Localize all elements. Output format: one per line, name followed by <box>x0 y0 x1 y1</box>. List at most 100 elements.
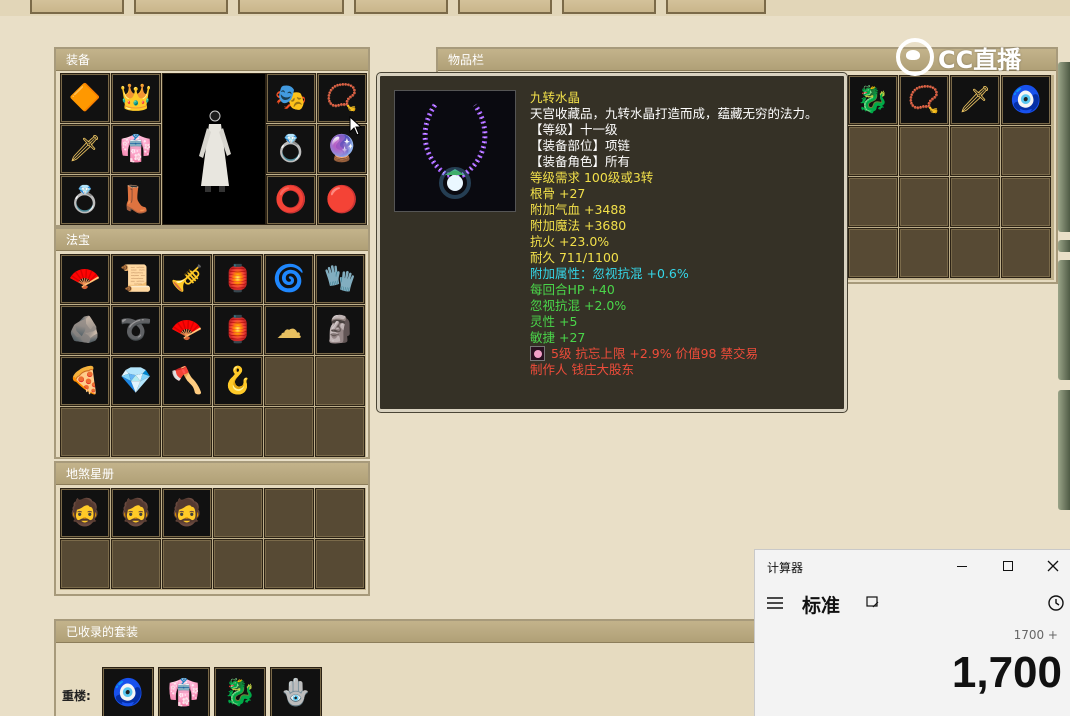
star-card-empty[interactable] <box>315 488 365 538</box>
collection-item[interactable]: 🐉 <box>214 667 266 716</box>
equip-slot-armor[interactable]: 👘 <box>111 124 161 174</box>
stat-line: 附加气血 +3488 <box>530 202 627 217</box>
inventory-slot[interactable]: 📿 <box>899 75 949 125</box>
equip-slot-crown[interactable]: 👑 <box>111 73 161 123</box>
inventory-slot-empty[interactable] <box>950 177 1000 227</box>
equip-slot-boots[interactable]: 👢 <box>111 175 161 225</box>
menu-icon[interactable] <box>767 597 783 609</box>
history-icon[interactable] <box>1047 594 1065 612</box>
maximize-button[interactable] <box>1003 561 1013 571</box>
collection-row-label: 重楼: <box>62 689 91 703</box>
inventory-slot-empty[interactable] <box>899 228 949 278</box>
fabao-slot[interactable]: 🪭 <box>162 305 212 355</box>
fabao-slot[interactable]: 🪭 <box>60 254 110 304</box>
star-card-empty[interactable] <box>315 539 365 589</box>
fabao-slot[interactable]: 🪓 <box>162 356 212 406</box>
star-card-empty[interactable] <box>264 539 314 589</box>
mouse-cursor-icon <box>349 116 363 136</box>
necklace-icon <box>394 90 516 212</box>
equipment-title: 装备 <box>56 49 368 71</box>
inventory-slot-empty[interactable] <box>899 177 949 227</box>
fabao-slot[interactable]: 🪨 <box>60 305 110 355</box>
inventory-slot-empty[interactable] <box>1001 177 1051 227</box>
equipment-grid: 🔶 👑 🗡 👘 💍 👢 🎭 📿 💍 🔮 ⭕ 🔴 <box>60 73 367 225</box>
fabao-slot[interactable]: 🌀 <box>264 254 314 304</box>
inventory-slot-empty[interactable] <box>1001 228 1051 278</box>
fabao-slot-empty[interactable] <box>315 407 365 457</box>
fabao-slot-empty[interactable] <box>162 407 212 457</box>
star-card-empty[interactable] <box>213 488 263 538</box>
collection-title: 已收录的套装 <box>56 621 772 643</box>
top-tab[interactable] <box>30 0 124 14</box>
fabao-slot[interactable]: 🏮 <box>213 254 263 304</box>
collection-item[interactable]: 👘 <box>158 667 210 716</box>
edge-ornament <box>1058 62 1070 232</box>
fabao-slot-empty[interactable] <box>213 407 263 457</box>
fabao-panel: 法宝 🪭 📜 🎺 🏮 🌀 🧤 🪨 ➰ 🪭 🏮 ☁ 🗿 🍕 💎 🪓 🪝 <box>54 227 370 459</box>
equip-slot-ring-left[interactable]: 💍 <box>60 175 110 225</box>
inventory-slot-empty[interactable] <box>848 126 898 176</box>
fabao-slot-empty[interactable] <box>111 407 161 457</box>
inventory-slot-empty[interactable] <box>899 126 949 176</box>
collection-item[interactable]: 🧿 <box>102 667 154 716</box>
fabao-slot[interactable]: 🎺 <box>162 254 212 304</box>
fabao-slot[interactable]: 🗿 <box>315 305 365 355</box>
star-card-empty[interactable] <box>264 488 314 538</box>
character-figure-icon <box>199 110 231 192</box>
inventory-slot-empty[interactable] <box>848 177 898 227</box>
character-portrait <box>162 73 266 225</box>
minimize-button[interactable] <box>957 566 967 567</box>
top-tab[interactable] <box>238 0 344 14</box>
fabao-title: 法宝 <box>56 229 368 251</box>
fabao-slot[interactable]: ☁ <box>264 305 314 355</box>
star-card[interactable]: 🧔 <box>162 488 212 538</box>
fabao-slot-empty[interactable] <box>264 407 314 457</box>
inventory-slot[interactable]: 🗡 <box>950 75 1000 125</box>
inventory-slot-empty[interactable] <box>950 228 1000 278</box>
fabao-slot[interactable]: 💎 <box>111 356 161 406</box>
fabao-slot-empty[interactable] <box>264 356 314 406</box>
star-card-empty[interactable] <box>111 539 161 589</box>
item-slot: 【装备部位】项链 <box>530 138 631 153</box>
equip-slot-shoulder[interactable]: 🔶 <box>60 73 110 123</box>
calculator-window: 计算器 标准 1700 + 1,700 <box>754 549 1070 716</box>
top-tab[interactable] <box>134 0 228 14</box>
inventory-slot-empty[interactable] <box>950 126 1000 176</box>
top-tab[interactable] <box>562 0 656 14</box>
equip-slot-ring[interactable]: 💍 <box>266 124 316 174</box>
star-card-empty[interactable] <box>60 539 110 589</box>
star-card[interactable]: 🧔 <box>111 488 161 538</box>
star-card-empty[interactable] <box>162 539 212 589</box>
fabao-slot-empty[interactable] <box>315 356 365 406</box>
equip-slot-weapon[interactable]: 🗡 <box>60 124 110 174</box>
equip-slot-amulet[interactable]: 🔴 <box>317 175 367 225</box>
inventory-slot[interactable]: 🧿 <box>1001 75 1051 125</box>
calculator-mode: 标准 <box>802 595 841 617</box>
close-icon[interactable] <box>1047 560 1059 572</box>
top-tab[interactable] <box>666 0 766 14</box>
equip-slot-helmet[interactable]: 🎭 <box>266 73 316 123</box>
fabao-slot[interactable]: 🏮 <box>213 305 263 355</box>
fabao-slot-empty[interactable] <box>60 407 110 457</box>
inventory-slot-empty[interactable] <box>1001 126 1051 176</box>
gem-line: 5级 抗忘上限 +2.9% 价值98 禁交易 <box>530 346 835 362</box>
top-tab[interactable] <box>458 0 552 14</box>
fabao-slot[interactable]: ➰ <box>111 305 161 355</box>
star-book-grid: 🧔 🧔 🧔 <box>60 488 366 590</box>
collection-panel: 已收录的套装 重楼: 🧿 👘 🐉 🪬 <box>54 619 774 716</box>
inventory-slot[interactable]: 🐉 <box>848 75 898 125</box>
item-name: 九转水晶 <box>530 90 581 105</box>
star-card[interactable]: 🧔 <box>60 488 110 538</box>
fabao-slot[interactable]: 🪝 <box>213 356 263 406</box>
inventory-slot-empty[interactable] <box>848 228 898 278</box>
fabao-slot[interactable]: 🍕 <box>60 356 110 406</box>
star-book-panel: 地煞星册 🧔 🧔 🧔 <box>54 461 370 596</box>
inventory-grid: 🐉 📿 🗡 🧿 <box>848 75 1054 280</box>
top-tab[interactable] <box>354 0 448 14</box>
star-card-empty[interactable] <box>213 539 263 589</box>
equip-slot-bracelet[interactable]: ⭕ <box>266 175 316 225</box>
keep-on-top-icon[interactable] <box>866 596 880 609</box>
collection-item[interactable]: 🪬 <box>270 667 322 716</box>
fabao-slot[interactable]: 🧤 <box>315 254 365 304</box>
fabao-slot[interactable]: 📜 <box>111 254 161 304</box>
